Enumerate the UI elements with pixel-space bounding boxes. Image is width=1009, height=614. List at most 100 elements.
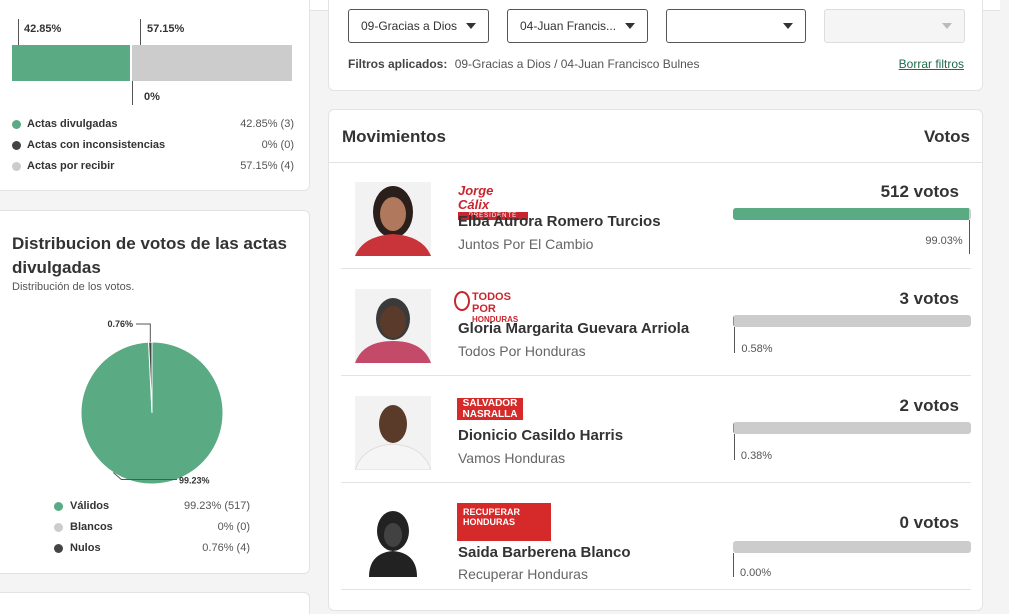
legend-actas-inconsistencias: Actas con inconsistencias 0% (0) xyxy=(12,139,294,151)
legend-label: Actas divulgadas xyxy=(27,118,118,130)
movimientos-title: Movimientos xyxy=(342,127,446,146)
candidate-name: Gloria Margarita Guevara Arriola xyxy=(458,320,690,337)
candidate-row[interactable]: RECUPERAR HONDURAS Saida Barberena Blanc… xyxy=(341,483,971,590)
actas-right-pct: 57.15% xyxy=(147,23,185,35)
chevron-down-icon xyxy=(466,23,476,29)
chevron-down-icon xyxy=(942,23,952,29)
chevron-down-icon xyxy=(783,23,793,29)
legend-dot xyxy=(54,543,63,553)
candidate-row[interactable]: Jorge Cálix PRESIDENTE Elba Aurora Romer… xyxy=(341,162,971,269)
legend-label: Nulos xyxy=(70,542,101,554)
actas-stacked-bar xyxy=(12,45,292,81)
vote-bar-tick xyxy=(968,220,970,254)
vote-bar-fill xyxy=(733,208,969,220)
logo-text: SALVADOR xyxy=(457,398,523,409)
actas-card: 42.85% 57.15% 0% Actas divulgadas 42.85%… xyxy=(0,0,310,191)
bar-tick-zero xyxy=(132,81,133,105)
legend-dot xyxy=(12,161,21,171)
distribucion-subtitle: Distribución de los votos. xyxy=(12,281,135,293)
actas-divulgadas-segment xyxy=(12,45,132,81)
legend-dot xyxy=(54,522,63,532)
legend-validos: Válidos 99.23% (517) xyxy=(54,500,250,512)
legend-dot xyxy=(12,140,21,150)
distribucion-title: Distribucion de votos de las actas divul… xyxy=(12,234,287,277)
applied-filters-label: Filtros aplicados: xyxy=(348,57,448,71)
legend-value: 42.85% (3) xyxy=(240,118,294,130)
vote-bar-tick xyxy=(733,434,735,460)
party-name: Recuperar Honduras xyxy=(458,566,588,582)
party-logo: RECUPERAR HONDURAS xyxy=(457,503,551,541)
logo-text: RECUPERAR xyxy=(463,507,521,517)
distribucion-card: Distribucion de votos de las actas divul… xyxy=(0,210,310,574)
vote-bar-fill xyxy=(733,422,734,434)
pie-label-nulos-leader xyxy=(136,323,151,343)
vote-count: 512 votos xyxy=(880,182,959,201)
avatar-placeholder-icon xyxy=(369,511,417,577)
vote-pct: 0.58% xyxy=(741,343,773,355)
select-value: 04-Juan Francis... xyxy=(520,19,617,33)
legend-dot xyxy=(54,501,63,511)
vote-bar xyxy=(733,422,971,434)
vote-count: 2 votos xyxy=(899,396,959,415)
vote-bar xyxy=(733,315,971,327)
next-card xyxy=(0,592,310,614)
legend-value: 0.76% (4) xyxy=(202,542,250,554)
votes-pie-chart: 0.76% 99.23% xyxy=(80,319,224,486)
clear-filters-link[interactable]: Borrar filtros xyxy=(899,57,964,71)
candidate-photo xyxy=(355,289,431,363)
legend-label: Actas por recibir xyxy=(27,160,115,172)
select-third[interactable] xyxy=(666,9,806,43)
legend-value: 0% (0) xyxy=(217,521,250,533)
actas-zero-pct: 0% xyxy=(144,91,160,103)
candidate-photo xyxy=(355,396,431,470)
votos-header: Votos xyxy=(924,127,970,146)
pie-label-validos: 99.23% xyxy=(179,476,210,486)
legend-value: 57.15% (4) xyxy=(240,160,294,172)
legend-actas-divulgadas: Actas divulgadas 42.85% (3) xyxy=(12,118,294,130)
legend-blancos: Blancos 0% (0) xyxy=(54,521,250,533)
logo-text: Jorge Cálix xyxy=(458,183,494,212)
movimientos-card: Movimientos Votos Jorge Cálix PRESIDENTE… xyxy=(328,109,983,611)
legend-label: Blancos xyxy=(70,521,113,533)
select-fourth[interactable] xyxy=(824,9,965,43)
party-name: Vamos Honduras xyxy=(458,450,566,466)
legend-label: Actas con inconsistencias xyxy=(27,139,166,151)
legend-dot xyxy=(12,119,21,129)
candidate-row[interactable]: TODOS POR HONDURAS Gloria Margarita Guev… xyxy=(341,269,971,376)
select-departamento[interactable]: 09-Gracias a Dios xyxy=(348,9,489,43)
filters-card: 09-Gracias a Dios 04-Juan Francis... Fil… xyxy=(328,0,983,91)
candidate-photo xyxy=(355,182,431,256)
legend-value: 99.23% (517) xyxy=(183,500,250,512)
party-name: Todos Por Honduras xyxy=(458,343,586,359)
legend-label: Válidos xyxy=(70,500,110,512)
bar-tick-mid xyxy=(140,19,141,45)
logo-sub: NASRALLA xyxy=(457,409,523,420)
select-value: 09-Gracias a Dios xyxy=(361,19,458,33)
vote-count: 0 votos xyxy=(899,513,959,532)
legend-nulos: Nulos 0.76% (4) xyxy=(54,542,250,554)
logo-m-mark xyxy=(454,291,470,311)
party-name: Juntos Por El Cambio xyxy=(458,236,594,252)
vote-count: 3 votos xyxy=(899,289,959,308)
applied-filters-value: 09-Gracias a Dios / 04-Juan Francisco Bu… xyxy=(454,57,700,71)
vote-pct: 99.03% xyxy=(925,235,963,247)
vote-bar xyxy=(733,208,971,220)
select-municipio[interactable]: 04-Juan Francis... xyxy=(507,9,648,43)
candidate-name: Dionicio Casildo Harris xyxy=(458,427,624,444)
vote-bar xyxy=(733,541,971,553)
scroll-edge xyxy=(1000,0,1009,614)
vote-bar-fill xyxy=(733,315,735,327)
candidate-name: Elba Aurora Romero Turcios xyxy=(458,213,661,230)
candidate-name: Saida Barberena Blanco xyxy=(458,544,631,561)
chevron-down-icon xyxy=(625,23,635,29)
applied-filters: Filtros aplicados: 09-Gracias a Dios / 0… xyxy=(348,57,699,71)
vote-bar-tick xyxy=(734,327,736,353)
pie-label-nulos: 0.76% xyxy=(107,319,133,329)
legend-actas-por-recibir: Actas por recibir 57.15% (4) xyxy=(12,160,294,172)
legend-value: 0% (0) xyxy=(261,139,294,151)
vote-pct: 0.38% xyxy=(740,450,773,462)
actas-left-pct: 42.85% xyxy=(24,23,62,35)
logo-sub: HONDURAS xyxy=(463,517,516,527)
candidate-row[interactable]: SALVADOR NASRALLA Dionicio Casildo Harri… xyxy=(341,376,971,483)
vote-pct: 0.00% xyxy=(740,567,772,579)
